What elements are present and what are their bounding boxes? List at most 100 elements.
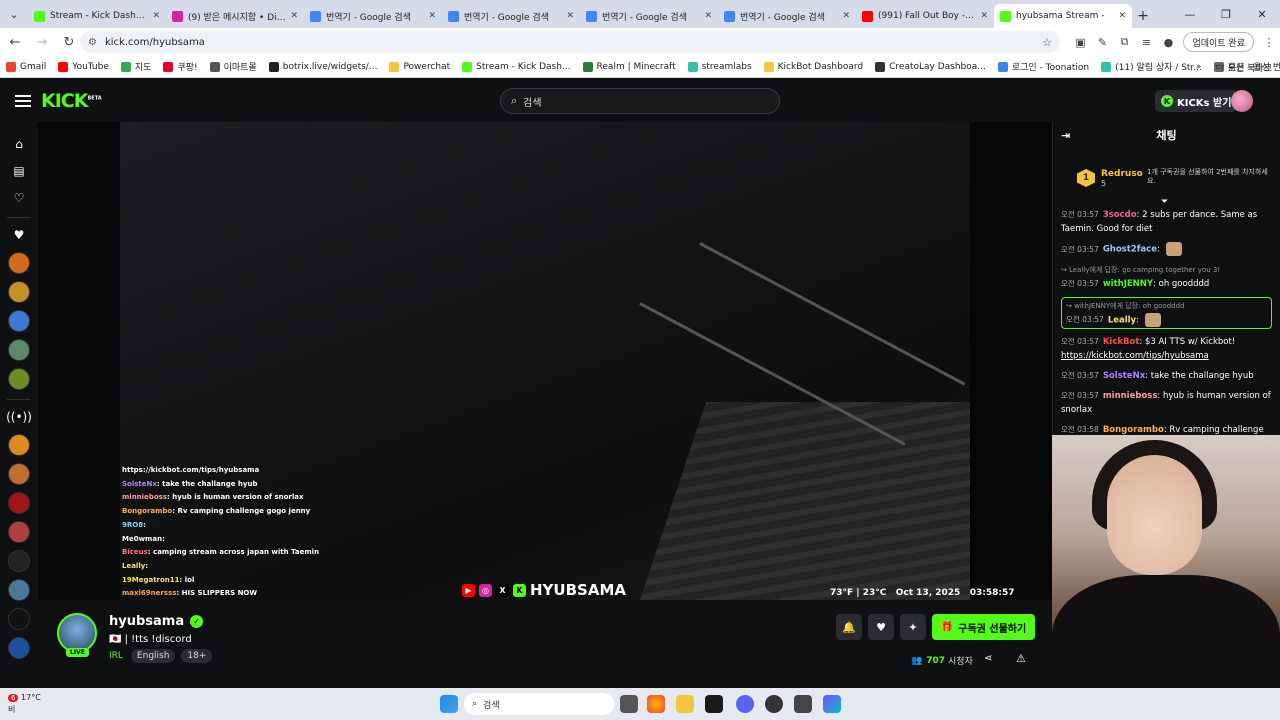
gift-sub-button[interactable]: 🎁 구독권 선물하기 (932, 614, 1035, 640)
bookmark-item[interactable]: Powerchat (389, 61, 450, 72)
more-bookmarks-icon[interactable]: » (1196, 62, 1202, 72)
sparkle-icon[interactable]: ✦ (900, 614, 926, 640)
channel-name[interactable]: hyubsama (109, 614, 184, 629)
followed-channel-avatar[interactable] (8, 310, 30, 332)
extension-icon[interactable]: ▣ (1069, 31, 1091, 53)
taskbar-search[interactable]: ⌕ 검색 (464, 693, 614, 715)
taskbar-weather[interactable]: 6 17°C 비 (8, 692, 41, 715)
recommended-channel-avatar[interactable] (8, 521, 30, 543)
recommended-channel-avatar[interactable] (8, 463, 30, 485)
media-icon[interactable]: ≡ (1135, 31, 1157, 53)
browse-icon[interactable]: ▤ (9, 161, 29, 181)
browser-tab[interactable]: (9) 받은 메시지함 • Direct ✕ (166, 4, 304, 28)
close-window-icon[interactable]: ✕ (1244, 0, 1280, 28)
forward-icon[interactable]: → (30, 30, 54, 54)
bookmark-item[interactable]: 로그인 - Toonation (997, 60, 1089, 73)
tab-close-icon[interactable]: ✕ (980, 11, 988, 21)
message-username[interactable]: KickBot (1103, 337, 1140, 347)
bookmark-item[interactable]: CreatoLay Dashboa... (875, 61, 986, 72)
message-username[interactable]: SolsteNx (1103, 371, 1145, 381)
terminal-icon[interactable] (794, 695, 812, 713)
chat-filter-icon[interactable]: ⏷ (1161, 197, 1168, 207)
all-bookmarks[interactable]: » ▭ 모든 북마크 (1196, 56, 1272, 78)
back-icon[interactable]: ← (3, 30, 27, 54)
browser-tab[interactable]: Stream - Kick Dashboard ✕ (28, 4, 166, 28)
message-username[interactable]: minnieboss (1103, 391, 1158, 401)
bookmark-item[interactable]: 이마트몰 (209, 60, 257, 73)
browser-tab[interactable]: hyubsama Stream - ✕ (994, 4, 1132, 28)
message-username[interactable]: 3socdo (1103, 210, 1137, 220)
tag-language[interactable]: English (130, 649, 176, 663)
bookmark-item[interactable]: botrix.live/widgets/... (268, 61, 377, 72)
home-icon[interactable]: ⌂ (9, 134, 29, 154)
app-icon[interactable] (823, 695, 841, 713)
recommended-channel-avatar[interactable] (8, 579, 30, 601)
bookmark-item[interactable]: Gmail (6, 61, 46, 72)
following-heart-icon[interactable]: ♡ (9, 188, 29, 208)
gifter-name[interactable]: Redruso (1101, 169, 1143, 179)
message-link[interactable]: https://kickbot.com/tips/hyubsama (1061, 349, 1272, 363)
minimize-icon[interactable]: — (1172, 0, 1208, 28)
url-field[interactable]: ⚙ kick.com/hyubsama ☆ (80, 31, 1060, 53)
bookmark-item[interactable]: YouTube (58, 61, 109, 72)
tab-close-icon[interactable]: ✕ (1118, 11, 1126, 21)
menu-icon[interactable]: ⋮ (1258, 31, 1280, 53)
extension-icon[interactable]: ✎ (1091, 31, 1113, 53)
message-username[interactable]: Ghost2face (1103, 245, 1157, 255)
discord-icon[interactable] (736, 695, 754, 713)
tab-close-icon[interactable]: ✕ (152, 11, 160, 21)
bookmark-item[interactable]: streamlabs (687, 61, 752, 72)
bookmark-item[interactable]: KickBot Dashboard (763, 61, 863, 72)
chrome-icon[interactable] (647, 695, 665, 713)
recommended-channel-avatar[interactable] (8, 608, 30, 630)
tag-mature[interactable]: 18+ (181, 649, 213, 663)
followed-channel-avatar[interactable] (8, 339, 30, 361)
followed-channel-avatar[interactable] (8, 281, 30, 303)
puzzle-icon[interactable]: ⧉ (1113, 31, 1135, 53)
menu-icon[interactable] (15, 95, 31, 107)
video-player[interactable]: https://kickbot.com/tips/hyubsama SolsteN… (38, 122, 1052, 600)
file-explorer-icon[interactable] (676, 695, 694, 713)
browser-tab[interactable]: 번역기 - Google 검색 ✕ (580, 4, 718, 28)
recommended-channel-avatar[interactable] (8, 492, 30, 514)
obs-icon[interactable] (765, 695, 783, 713)
kick-logo[interactable]: KICKBETA (41, 90, 102, 112)
search-input[interactable]: ⌕ 검색 (500, 88, 780, 114)
tab-close-icon[interactable]: ✕ (428, 11, 436, 21)
update-button[interactable]: 업데이트 완료 (1183, 32, 1254, 52)
tab-search-icon[interactable]: ⌄ (0, 0, 28, 28)
profile-avatar[interactable]: ● (1157, 31, 1179, 53)
browser-tab[interactable]: (991) Fall Out Boy - Sug ✕ (856, 4, 994, 28)
category-link[interactable]: IRL (109, 651, 123, 661)
recommended-channel-avatar[interactable] (8, 434, 30, 456)
bookmark-item[interactable]: Stream - Kick Dash... (462, 61, 571, 72)
get-kicks-button[interactable]: K KICKs 받기 (1155, 90, 1238, 112)
followed-channel-avatar[interactable] (8, 368, 30, 390)
message-username[interactable]: withJENNY (1103, 279, 1153, 289)
report-icon[interactable]: ⚠ (1016, 652, 1026, 665)
collapse-chat-icon[interactable]: ⇥ (1061, 129, 1070, 142)
site-info-icon[interactable]: ⚙ (88, 37, 97, 48)
app-icon[interactable] (705, 695, 723, 713)
maximize-icon[interactable]: ❐ (1208, 0, 1244, 28)
tab-close-icon[interactable]: ✕ (704, 11, 712, 21)
bookmark-item[interactable]: Realm | Minecraft (582, 61, 676, 72)
bookmark-item[interactable]: 쿠팡! (163, 60, 198, 73)
follow-heart-icon[interactable]: ♥ (868, 614, 894, 640)
channel-avatar[interactable] (57, 613, 97, 653)
browser-tab[interactable]: 번역기 - Google 검색 ✕ (718, 4, 856, 28)
windows-start-icon[interactable] (440, 695, 458, 713)
recommended-channel-avatar[interactable] (8, 550, 30, 572)
message-username[interactable]: Leally (1108, 315, 1136, 325)
share-icon[interactable]: ⋖ (984, 653, 992, 664)
notification-bell-icon[interactable]: 🔔 (836, 614, 862, 640)
user-avatar[interactable] (1231, 90, 1253, 112)
browser-tab[interactable]: 번역기 - Google 검색 ✕ (304, 4, 442, 28)
bookmark-star-icon[interactable]: ☆ (1042, 36, 1052, 49)
bookmark-item[interactable]: 지도 (120, 60, 151, 73)
task-view-icon[interactable] (620, 695, 638, 713)
new-tab-button[interactable]: + (1132, 4, 1154, 28)
followed-channel-avatar[interactable] (8, 252, 30, 274)
recommended-channel-avatar[interactable] (8, 637, 30, 659)
tab-close-icon[interactable]: ✕ (290, 11, 298, 21)
